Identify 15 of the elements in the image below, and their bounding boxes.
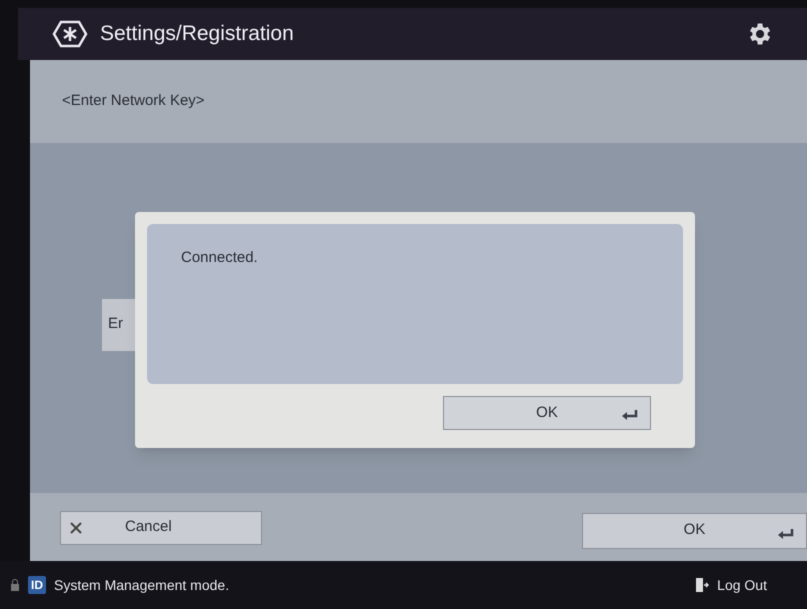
screen-heading: <Enter Network Key> [62,91,206,111]
close-icon [69,520,83,534]
id-badge: ID [28,576,46,594]
enter-icon [776,528,794,540]
cancel-button[interactable]: Cancel [60,510,262,544]
exit-door-icon [695,577,710,593]
dialog-ok-button[interactable]: OK [443,396,651,430]
mode-text: System Management mode. [54,576,230,595]
logout-button[interactable]: Log Out [695,574,767,596]
dialog-message: Connected. [181,249,258,266]
enter-icon [620,409,638,421]
lock-icon [10,579,20,591]
header-title: Settings/Registration [100,21,294,48]
ok-button[interactable]: OK [582,512,807,548]
asterisk-emblem-icon [52,19,88,49]
